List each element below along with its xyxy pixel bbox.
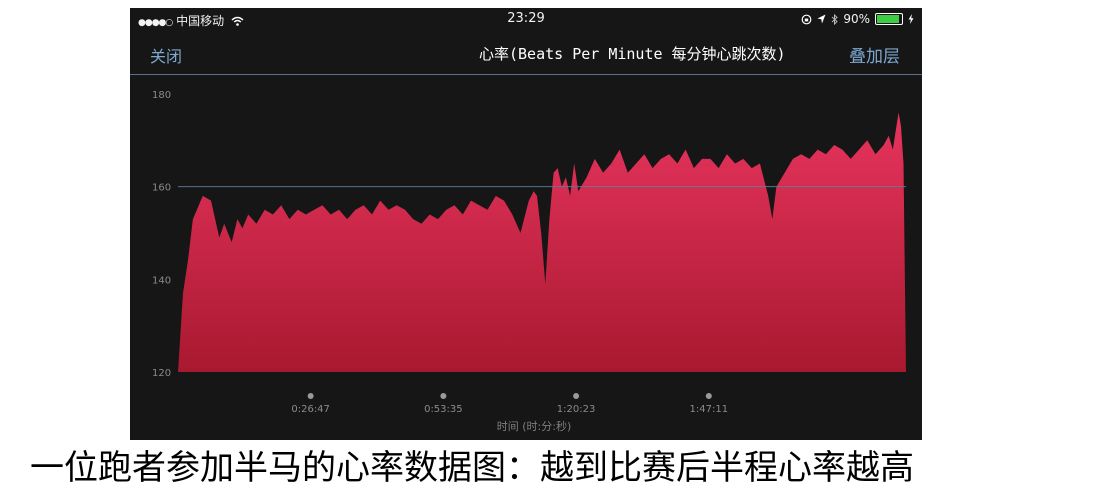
x-tick-dot	[440, 393, 447, 399]
figure-caption: 一位跑者参加半马的心率数据图：越到比赛后半程心率越高	[30, 448, 914, 488]
heart-rate-chart: 120 140 160 180 0:26:47 0:53:35 1:20:23 1:47:11…	[152, 90, 906, 433]
x-tick-label: 1:47:11	[690, 404, 729, 415]
phone-screen: ●●●●○ 中国移动 23:29 90% 关闭 心率(Beats Per Min…	[130, 8, 922, 440]
y-tick-label: 160	[152, 183, 171, 194]
x-tick-label: 0:53:35	[424, 404, 463, 415]
x-tick-label: 1:20:23	[557, 404, 596, 415]
x-tick-label: 0:26:47	[291, 404, 330, 415]
x-tick-dot	[307, 393, 314, 399]
heart-rate-area	[178, 112, 906, 372]
y-tick-label: 120	[152, 368, 171, 379]
x-tick-dot	[573, 393, 580, 399]
y-tick-label: 180	[152, 90, 171, 101]
y-tick-label: 140	[152, 275, 171, 286]
x-tick-dot	[705, 393, 712, 399]
x-axis-label: 时间 (时:分:秒)	[497, 419, 572, 433]
